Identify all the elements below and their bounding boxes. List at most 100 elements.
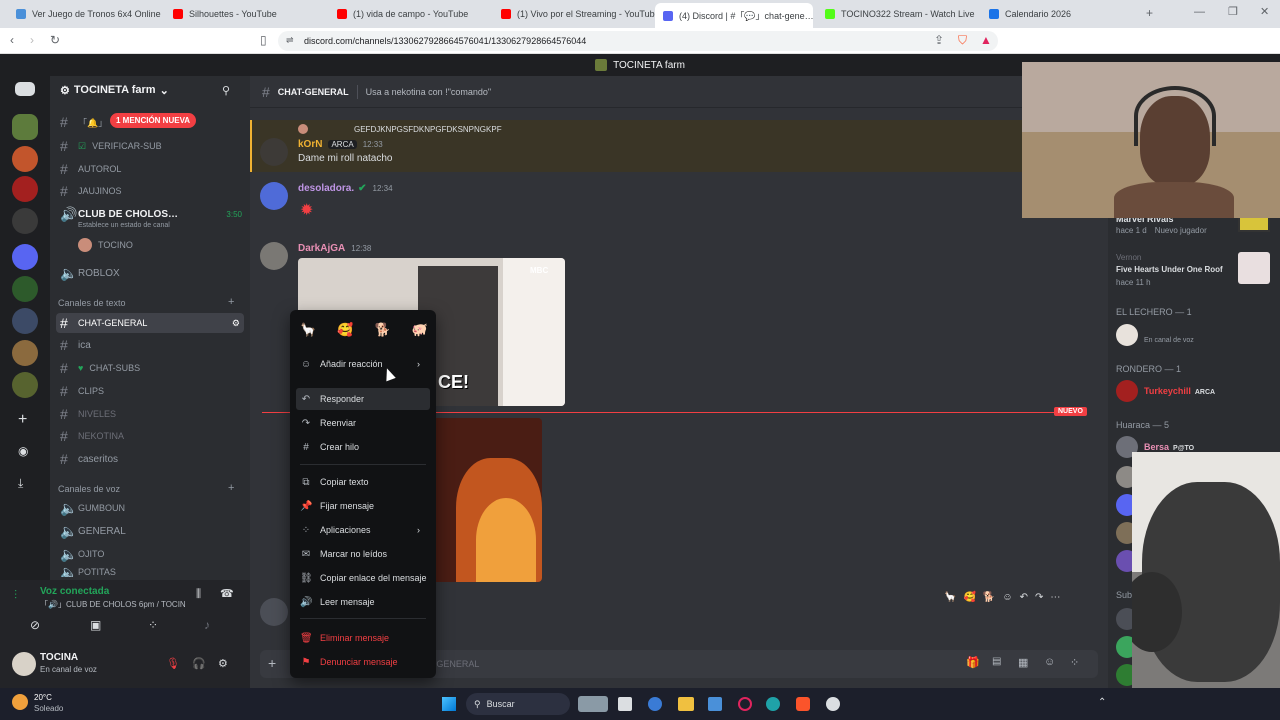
reply-preview[interactable]: GEFDJKNPGSFDKNPGFDKSNPNGKPF: [298, 124, 502, 134]
browser-tab[interactable]: (1) vida de campo - YouTube: [329, 3, 491, 25]
minimize-icon[interactable]: —: [1194, 6, 1205, 18]
reaction-icon[interactable]: 🥰: [963, 592, 975, 603]
reaction-face-icon[interactable]: 🥰: [337, 322, 353, 338]
menu-create-thread[interactable]: # Crear hilo: [296, 436, 430, 458]
weather-temp[interactable]: 20°C: [34, 693, 52, 702]
add-channel-icon[interactable]: +: [228, 296, 234, 308]
brave-shield-icon[interactable]: ⛉: [958, 33, 967, 48]
brave-icon[interactable]: [796, 697, 810, 711]
channel-status[interactable]: Establece un estado de canal: [78, 222, 170, 229]
server-icon[interactable]: [12, 208, 38, 234]
reaction-pig-icon[interactable]: 🐖: [412, 322, 428, 338]
message-author[interactable]: DarkAjGA 12:38: [298, 243, 371, 254]
menu-pin[interactable]: 📌 Fijar mensaje: [296, 495, 430, 517]
maximize-icon[interactable]: ❐: [1228, 5, 1238, 18]
invite-icon[interactable]: ⚲: [222, 84, 230, 97]
add-reaction-icon[interactable]: ☺: [1002, 592, 1012, 603]
noise-icon[interactable]: ⫼: [196, 588, 201, 601]
disconnect-icon[interactable]: ☎: [220, 587, 234, 600]
emoji-icon[interactable]: ☺: [1044, 656, 1055, 668]
server-icon-active[interactable]: [12, 114, 38, 140]
gif-icon[interactable]: ▤: [992, 656, 1001, 667]
server-icon[interactable]: [12, 340, 38, 366]
browser-tab[interactable]: TOCINO322 Stream - Watch Live: [817, 3, 979, 25]
add-server-icon[interactable]: +: [18, 411, 27, 429]
forward-icon[interactable]: ↷: [1035, 592, 1043, 603]
gift-icon[interactable]: 🎁: [966, 656, 980, 669]
browser-tab[interactable]: (1) Vivo por el Streaming - YouTube: [493, 3, 655, 25]
discord-home-icon[interactable]: [15, 82, 35, 96]
server-icon[interactable]: [12, 276, 38, 302]
mention-badge[interactable]: 1 MENCIÓN NUEVA: [110, 113, 197, 128]
browser-tab[interactable]: Ver Juego de Tronos 6x4 Online Gra…: [8, 3, 163, 25]
channel-caseritos[interactable]: # caseritos: [50, 449, 250, 469]
activity-title[interactable]: Five Hearts Under One Roof: [1116, 265, 1223, 274]
screen-share-icon[interactable]: ▣: [90, 618, 101, 632]
menu-report[interactable]: ⚑ Denunciar mensaje: [296, 651, 430, 673]
channel-chat-subs[interactable]: # ♥ CHAT-SUBS: [50, 358, 250, 378]
menu-copy-text[interactable]: ⧉ Copiar texto: [296, 471, 430, 493]
channel-niveles[interactable]: # NIVELES: [50, 404, 250, 424]
more-icon[interactable]: ⋯: [1050, 592, 1060, 603]
category-voice[interactable]: Canales de voz: [58, 484, 120, 494]
server-name-header[interactable]: ⚙ TOCINETA farm ⌄: [60, 84, 169, 97]
windows-start-icon[interactable]: [442, 697, 456, 711]
settings-icon[interactable]: ⚙: [232, 318, 240, 329]
message-sticker[interactable]: ✹: [300, 200, 313, 220]
member-name[interactable]: Turkeychill ARCA: [1144, 386, 1215, 396]
menu-delete[interactable]: 🗑 Eliminar mensaje: [296, 627, 430, 649]
reaction-icon[interactable]: 🐕: [983, 592, 995, 603]
url-field[interactable]: ⇌ discord.com/channels/13306279286645760…: [278, 31, 998, 51]
menu-read-message[interactable]: 🔊 Leer mensaje: [296, 591, 430, 613]
file-explorer-icon[interactable]: [678, 697, 694, 711]
menu-copy-link[interactable]: ⛓ Copiar enlace del mensaje: [296, 567, 430, 589]
reaction-llama-icon[interactable]: 🦙: [300, 322, 316, 338]
voice-channel-ojito[interactable]: 🔈 OJITO: [50, 544, 250, 564]
voice-user[interactable]: TOCINO: [78, 238, 133, 252]
voice-channel-general[interactable]: 🔈 GENERAL: [50, 521, 250, 541]
avatar[interactable]: [260, 598, 288, 626]
activities-icon[interactable]: ⁘: [148, 618, 158, 632]
mic-muted-icon[interactable]: 🎙: [166, 657, 180, 670]
reaction-dog-icon[interactable]: 🐕: [375, 322, 391, 338]
activity-user[interactable]: Vernon: [1116, 253, 1141, 262]
attach-icon[interactable]: +: [268, 655, 276, 671]
avatar[interactable]: [260, 138, 288, 166]
taskbar-search[interactable]: ⚲ Buscar: [466, 693, 570, 715]
voice-channel-potitas[interactable]: 🔈 POTITAS: [50, 567, 250, 577]
apps-icon[interactable]: ⁘: [1070, 656, 1079, 669]
channel-jaujinos[interactable]: # JAUJINOS: [50, 181, 250, 201]
soundboard-icon[interactable]: ♪: [204, 618, 210, 632]
avatar[interactable]: [1116, 380, 1138, 402]
weather-icon[interactable]: [12, 694, 28, 710]
channel-topic[interactable]: Usa a nekotina con !"comando": [366, 87, 491, 97]
task-view-icon[interactable]: [618, 697, 632, 711]
forward-icon[interactable]: ›: [30, 33, 34, 47]
close-window-icon[interactable]: ✕: [1260, 5, 1269, 18]
server-icon[interactable]: [12, 308, 38, 334]
site-info-icon[interactable]: ⇌: [286, 35, 294, 46]
avatar[interactable]: [260, 242, 288, 270]
server-icon[interactable]: [12, 372, 38, 398]
voice-channel-club[interactable]: 🔊 CLUB DE CHOLOS… 3:50: [50, 204, 250, 224]
copilot-icon[interactable]: [648, 697, 662, 711]
store-icon[interactable]: [708, 697, 722, 711]
voice-connected-label[interactable]: Voz conectada: [40, 586, 109, 597]
category-text[interactable]: Canales de texto: [58, 298, 126, 308]
back-icon[interactable]: ‹: [10, 33, 14, 47]
sticker-icon[interactable]: ▦: [1018, 656, 1028, 669]
reaction-icon[interactable]: 🦙: [944, 592, 956, 603]
share-icon[interactable]: ⇪: [934, 33, 944, 47]
tray-chevron-icon[interactable]: ⌃: [1098, 697, 1106, 708]
channel-chat-general-selected[interactable]: # CHAT-GENERAL ⚙: [56, 313, 244, 333]
server-icon[interactable]: [12, 244, 38, 270]
brave-rewards-icon[interactable]: ▲: [980, 33, 992, 47]
opera-icon[interactable]: [738, 697, 752, 711]
channel-nekotina[interactable]: # NEKOTINA: [50, 426, 250, 446]
bookmark-icon[interactable]: ▯: [260, 33, 267, 47]
user-settings-icon[interactable]: ⚙: [218, 657, 228, 670]
browser-tab[interactable]: Calendario 2026: [981, 3, 1141, 25]
menu-forward[interactable]: ↷ Reenviar: [296, 412, 430, 434]
reload-icon[interactable]: ↻: [50, 33, 60, 47]
reply-icon[interactable]: ↶: [1020, 592, 1028, 603]
